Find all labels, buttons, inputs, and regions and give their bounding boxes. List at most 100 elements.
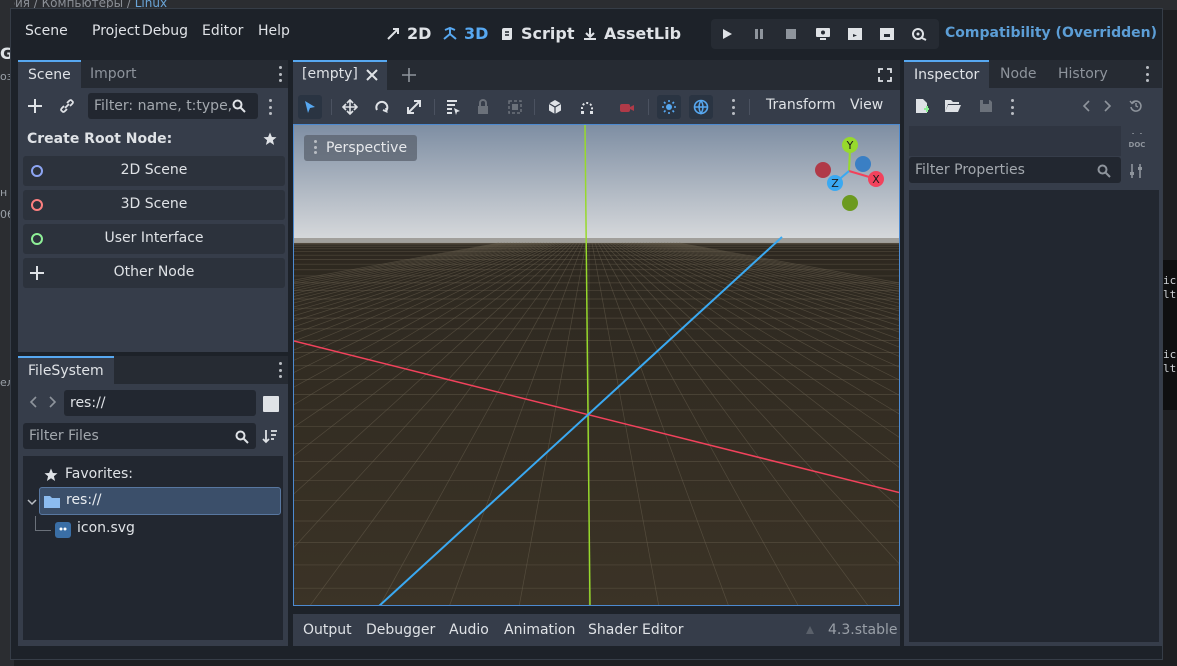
link-icon[interactable] [58, 97, 76, 115]
rotate-tool-button[interactable] [370, 95, 394, 119]
object-selector[interactable] [909, 126, 1121, 156]
menu-editor[interactable]: Editor [202, 23, 243, 39]
tab-inspector[interactable]: Inspector [904, 60, 990, 88]
menu-debug[interactable]: Debug [142, 23, 188, 39]
scene-dock: Scene Import Filter: name, t:type, Creat… [18, 60, 288, 352]
tab-node[interactable]: Node [990, 60, 1047, 88]
tab-history[interactable]: History [1048, 60, 1118, 88]
filter-files-input[interactable]: Filter Files [23, 423, 256, 449]
save-icon[interactable] [978, 98, 994, 114]
scene-options-icon[interactable] [268, 99, 272, 115]
renderer-selector[interactable]: Compatibility (Overridden) [945, 25, 1162, 41]
toolbar-separator [434, 99, 435, 115]
scene-tab[interactable]: [empty] [293, 60, 387, 90]
sort-icon[interactable] [262, 428, 278, 444]
res-folder-row[interactable]: res:// [39, 487, 281, 515]
play-custom-scene-button[interactable] [878, 25, 896, 43]
tree-line [35, 516, 36, 530]
tab-filesystem[interactable]: FileSystem [18, 356, 114, 384]
perspective-menu[interactable]: Perspective [304, 135, 418, 161]
pause-button[interactable] [750, 25, 768, 43]
favorites-label[interactable]: Favorites: [65, 466, 133, 482]
workspace-script-button[interactable]: Script [499, 24, 574, 43]
back-arrow-icon[interactable] [26, 394, 40, 410]
stop-button[interactable] [782, 25, 800, 43]
play-scene-button[interactable] [846, 25, 864, 43]
search-icon [234, 429, 250, 445]
close-icon[interactable] [365, 68, 379, 82]
toggle-sun-button[interactable] [657, 95, 681, 119]
movie-maker-button[interactable] [910, 25, 928, 43]
gizmo-neg-z[interactable] [855, 156, 871, 172]
history-back-icon[interactable] [1080, 98, 1092, 114]
view-menu[interactable]: View [850, 97, 883, 113]
list-select-button[interactable] [441, 95, 465, 119]
local-space-button[interactable] [543, 95, 567, 119]
tab-debugger[interactable]: Debugger [366, 622, 435, 638]
inspector-options-icon[interactable] [1010, 99, 1014, 115]
workspace-2d-button[interactable]: 2D [385, 24, 431, 43]
toggle-environment-button[interactable] [689, 95, 713, 119]
property-options-icon[interactable] [1128, 163, 1144, 179]
remote-debug-button[interactable] [814, 25, 832, 43]
workspace-3d-button[interactable]: 3D [442, 24, 488, 43]
split-mode-icon[interactable] [263, 396, 279, 412]
open-folder-icon[interactable] [945, 98, 961, 114]
lock-button[interactable] [471, 95, 495, 119]
group-button[interactable] [503, 95, 527, 119]
file-item-label[interactable]: icon.svg [77, 520, 135, 536]
filesystem-path-input[interactable]: res:// [64, 390, 256, 416]
background-terminal-strip: ic lt ic lt [1163, 260, 1177, 410]
workspace-assetlib-button[interactable]: AssetLib [582, 24, 681, 43]
tab-audio[interactable]: Audio [449, 622, 489, 638]
chevron-down-icon[interactable] [26, 496, 38, 508]
tree-line [35, 530, 51, 531]
node-button-label: Other Node [113, 264, 195, 280]
play-button[interactable] [718, 25, 736, 43]
renderer-label: Compatibility (Overridden) [945, 25, 1157, 41]
transform-menu[interactable]: Transform [766, 97, 836, 113]
create-2d-scene-button[interactable]: 2D Scene [23, 156, 285, 186]
environment-options-icon[interactable] [731, 99, 735, 115]
workspace-assetlib-label: AssetLib [604, 24, 682, 43]
background-fragment: lt [1163, 362, 1177, 375]
move-tool-button[interactable] [338, 95, 362, 119]
distraction-free-icon[interactable] [877, 67, 893, 83]
create-other-node-button[interactable]: Other Node [23, 258, 285, 288]
menu-project[interactable]: Project [92, 23, 140, 39]
scale-tool-button[interactable] [402, 95, 426, 119]
pause-icon [755, 29, 763, 39]
version-label[interactable]: 4.3.stable [828, 622, 897, 638]
dock-menu-icon[interactable] [278, 362, 282, 378]
create-3d-scene-button[interactable]: 3D Scene [23, 190, 285, 220]
gizmo-neg-y[interactable] [842, 195, 858, 211]
tab-output[interactable]: Output [303, 622, 352, 638]
3d-viewport[interactable]: Y X Z Perspective [293, 124, 900, 606]
tab-scene[interactable]: Scene [18, 60, 81, 88]
history-clock-icon[interactable] [1128, 98, 1144, 114]
menu-scene[interactable]: Scene [25, 23, 68, 39]
gizmo-y-label: Y [846, 139, 854, 152]
menu-help[interactable]: Help [258, 23, 290, 39]
tab-animation[interactable]: Animation [504, 622, 575, 638]
add-node-icon[interactable] [26, 97, 44, 115]
new-tab-plus-icon[interactable] [401, 67, 417, 83]
star-icon[interactable] [262, 131, 278, 147]
update-spinner-icon[interactable] [803, 623, 817, 637]
forward-arrow-icon[interactable] [46, 394, 60, 410]
history-forward-icon[interactable] [1102, 98, 1114, 114]
new-resource-icon[interactable] [914, 98, 930, 114]
download-icon [584, 27, 596, 40]
select-tool-button[interactable] [298, 95, 322, 119]
tab-import[interactable]: Import [80, 60, 146, 88]
dock-menu-icon[interactable] [278, 66, 282, 82]
tab-shader-editor[interactable]: Shader Editor [588, 622, 683, 638]
preview-camera-button[interactable] [615, 95, 639, 119]
filesystem-dock: FileSystem res:// Filter Files Favorites… [18, 356, 288, 646]
gizmo-neg-x[interactable] [815, 162, 831, 178]
snap-button[interactable] [575, 95, 599, 119]
create-user-interface-button[interactable]: User Interface [23, 224, 285, 254]
dock-menu-icon[interactable] [1145, 66, 1149, 82]
doc-icon[interactable]: DOC [1128, 132, 1146, 150]
filter-properties-input[interactable]: Filter Properties [909, 157, 1121, 183]
